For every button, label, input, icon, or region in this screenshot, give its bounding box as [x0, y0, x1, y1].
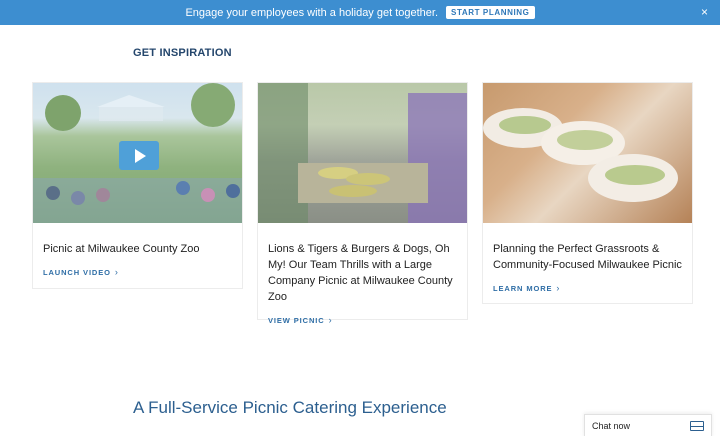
promo-bar: Engage your employees with a holiday get…	[0, 0, 720, 25]
inspiration-card: Picnic at Milwaukee County Zoo LAUNCH VI…	[32, 82, 243, 289]
inspiration-card: Planning the Perfect Grassroots & Commun…	[482, 82, 693, 304]
close-icon[interactable]: ×	[701, 5, 708, 19]
section-heading: GET INSPIRATION	[133, 47, 232, 59]
catering-heading: A Full-Service Picnic Catering Experienc…	[133, 398, 447, 417]
chat-label: Chat now	[592, 421, 631, 431]
card-image[interactable]	[483, 83, 692, 223]
buffet-scene-illustration	[258, 83, 467, 223]
chevron-right-icon: ›	[114, 267, 119, 277]
chevron-right-icon: ›	[556, 283, 561, 293]
link-label: VIEW PICNIC	[268, 315, 325, 325]
card-title[interactable]: Picnic at Milwaukee County Zoo	[43, 241, 232, 257]
promo-message: Engage your employees with a holiday get…	[185, 6, 439, 19]
chat-widget[interactable]: Chat now	[584, 414, 712, 436]
start-planning-button[interactable]: START PLANNING	[446, 6, 535, 19]
link-label: LEARN MORE	[493, 283, 553, 293]
card-image[interactable]	[258, 83, 467, 223]
view-picnic-link[interactable]: VIEW PICNIC ›	[268, 315, 332, 325]
chat-window-icon	[690, 421, 704, 431]
play-video-button[interactable]	[119, 141, 159, 170]
inspiration-card: Lions & Tigers & Burgers & Dogs, Oh My! …	[257, 82, 468, 325]
card-title[interactable]: Lions & Tigers & Burgers & Dogs, Oh My! …	[268, 241, 457, 305]
chevron-right-icon: ›	[328, 315, 333, 325]
card-image[interactable]	[33, 83, 242, 223]
launch-video-link[interactable]: LAUNCH VIDEO ›	[43, 267, 119, 277]
learn-more-link[interactable]: LEARN MORE ›	[493, 283, 560, 293]
card-title[interactable]: Planning the Perfect Grassroots & Commun…	[493, 241, 682, 273]
link-label: LAUNCH VIDEO	[43, 267, 111, 277]
tacos-scene-illustration	[483, 108, 678, 202]
